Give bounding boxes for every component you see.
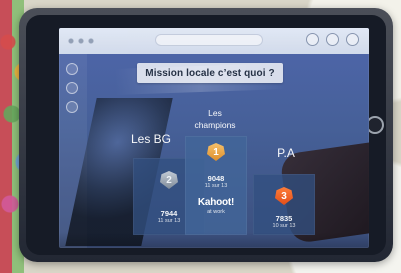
question-banner: Mission locale c’est quoi ?	[137, 63, 283, 83]
browser-action-icon-1[interactable]	[306, 33, 319, 46]
sidebar-control-2[interactable]	[66, 82, 78, 94]
podium-middle-score: 9048	[207, 174, 225, 183]
kahoot-screen: Mission locale c’est quoi ? Les BG Les c…	[59, 28, 369, 248]
browser-action-icon-2[interactable]	[326, 33, 339, 46]
podium-left-name: Les BG	[130, 132, 172, 146]
podium-right: 3 7835 10 sur 13	[253, 174, 315, 235]
browser-toolbar	[59, 28, 369, 54]
tablet-device: Mission locale c’est quoi ? Les BG Les c…	[19, 8, 393, 262]
rank-badge-icon-1: 1	[207, 143, 225, 161]
podium-middle: 1 9048 11 sur 13	[185, 136, 247, 235]
podium-middle-name-line-2: champions	[194, 120, 236, 130]
kahoot-subtitle: at work	[207, 209, 225, 215]
kahoot-branding: Kahoot! at work	[185, 198, 247, 216]
rank-badge-icon-2: 2	[160, 171, 178, 189]
browser-nav-dots	[67, 36, 103, 46]
sidebar-control-1[interactable]	[66, 63, 78, 75]
podium-middle-name-line-1: Les	[208, 108, 222, 118]
podium-right-name: P.A	[277, 146, 295, 160]
screen-bottom-shadow	[59, 232, 369, 248]
podium-middle-detail: 11 sur 13	[204, 183, 228, 189]
podium-right-score: 7835	[275, 214, 293, 223]
sidebar-control-3[interactable]	[66, 101, 78, 113]
browser-address-bar[interactable]	[155, 34, 263, 46]
rank-badge-icon-3: 3	[275, 187, 293, 205]
browser-action-icon-3[interactable]	[346, 33, 359, 46]
podium-middle-name: Les champions	[191, 107, 239, 131]
kahoot-logo-text: Kahoot!	[197, 197, 235, 208]
podium-right-detail: 10 sur 13	[272, 223, 296, 229]
